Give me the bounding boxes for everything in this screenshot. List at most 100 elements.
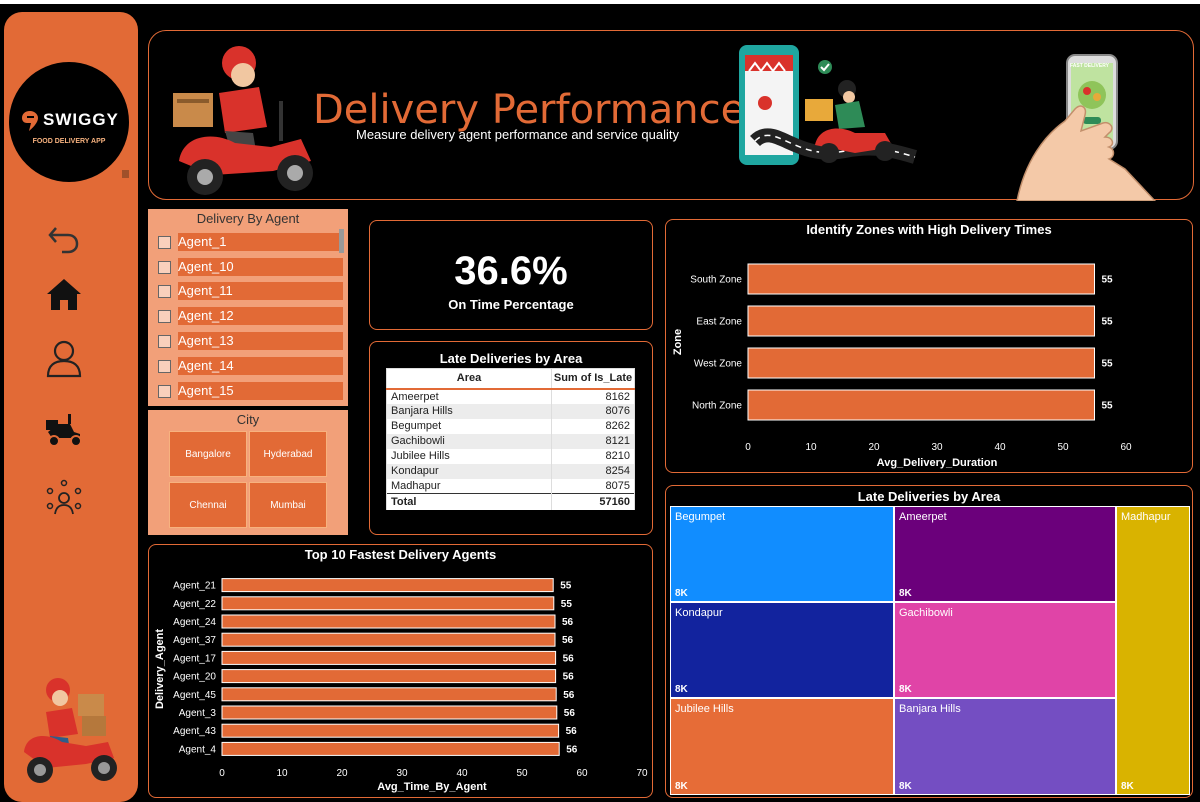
agent-option[interactable]: Agent_12: [158, 307, 343, 325]
x-axis-label: Avg_Time_By_Agent: [377, 781, 487, 793]
table-row[interactable]: Madhapur 8075: [386, 478, 635, 494]
checkbox[interactable]: [158, 236, 171, 249]
category-label: East Zone: [696, 317, 742, 328]
delivery-button[interactable]: [44, 410, 84, 450]
late-count-cell: 8254: [551, 463, 635, 479]
tile-value: 8K: [675, 684, 688, 695]
agent-option[interactable]: Agent_11: [158, 282, 343, 300]
category-label: Agent_24: [173, 617, 216, 628]
category-label: Agent_43: [173, 726, 216, 737]
data-label: 56: [562, 617, 574, 628]
user-icon: [46, 340, 82, 378]
city-button[interactable]: Hyderabad: [249, 431, 327, 477]
treemap-tile[interactable]: Gachibowli 8K: [894, 602, 1116, 698]
scooter-icon: [46, 414, 82, 447]
column-header[interactable]: Area: [386, 368, 552, 390]
table-row[interactable]: Begumpet 8262: [386, 418, 635, 434]
tile-label: Ameerpet: [899, 511, 947, 523]
treemap-tile[interactable]: Kondapur 8K: [670, 602, 894, 698]
bar: [747, 263, 1095, 295]
late-deliveries-table: Area Sum of Is_Late Ameerpet 8162 Banjara …: [386, 368, 635, 510]
bar: [747, 389, 1095, 421]
x-tick-label: 10: [276, 768, 288, 779]
late-deliveries-treemap: Late Deliveries by Area Begumpet 8K Ameerp…: [665, 485, 1193, 798]
area-cell: Madhapur: [386, 478, 552, 494]
table-row[interactable]: Jubilee Hills 8210: [386, 448, 635, 464]
home-button[interactable]: [44, 274, 84, 314]
treemap-tile[interactable]: Begumpet 8K: [670, 506, 894, 602]
total-label: Total: [386, 493, 552, 510]
treemap-tile[interactable]: Madhapur 8K: [1116, 506, 1190, 795]
checkbox[interactable]: [158, 385, 171, 398]
chart-title: Late Deliveries by Area: [857, 489, 1001, 504]
late-count-cell: 8210: [551, 448, 635, 464]
checkbox[interactable]: [158, 310, 171, 323]
category-label: Agent_3: [179, 708, 217, 719]
city-button[interactable]: Mumbai: [249, 482, 327, 528]
zones-chart-plot: South Zone 55 East Zone 55 West Zone 55 North …: [672, 263, 1132, 469]
data-label: 56: [563, 672, 575, 683]
checkbox[interactable]: [158, 285, 171, 298]
bar: [221, 614, 556, 629]
late-count-cell: 8076: [551, 403, 635, 419]
page-subtitle: Measure delivery agent performance and s…: [356, 127, 680, 142]
category-label: West Zone: [694, 359, 743, 370]
category-label: Agent_21: [173, 581, 216, 592]
agent-option[interactable]: Agent_1: [158, 233, 343, 251]
x-tick-label: 30: [931, 442, 943, 453]
x-tick-label: 20: [868, 442, 880, 453]
data-label: 56: [564, 708, 576, 719]
table-total-row: Total 57160: [386, 493, 635, 510]
bar: [221, 705, 558, 720]
x-tick-label: 70: [636, 768, 648, 779]
kpi-value: 36.6%: [454, 249, 568, 293]
agent-option-label: Agent_12: [178, 307, 343, 325]
city-button[interactable]: Chennai: [169, 482, 247, 528]
delivery-rider-illustration: [24, 678, 117, 783]
agent-option[interactable]: Agent_15: [158, 382, 343, 400]
category-label: Agent_37: [173, 635, 216, 646]
area-cell: Banjara Hills: [386, 403, 552, 419]
treemap-tile[interactable]: Jubilee Hills 8K: [670, 698, 894, 795]
brand-logo: SWIGGY FOOD DELIVERY APP: [9, 62, 129, 182]
tile-label: Begumpet: [675, 511, 726, 523]
agent-slicer: Delivery By Agent Agent_1 Agent_10 Agent…: [148, 209, 348, 406]
back-button[interactable]: [44, 218, 84, 258]
data-label: 55: [561, 599, 573, 610]
checkbox[interactable]: [158, 360, 171, 373]
checkbox[interactable]: [158, 335, 171, 348]
data-label: 56: [566, 744, 578, 755]
treemap-tile[interactable]: Banjara Hills 8K: [894, 698, 1116, 795]
agent-option[interactable]: Agent_14: [158, 357, 343, 375]
table-row[interactable]: Banjara Hills 8076: [386, 403, 635, 419]
category-label: Agent_45: [173, 690, 216, 701]
network-icon: [46, 479, 82, 515]
late-count-cell: 8162: [551, 388, 635, 404]
slicer-scrollbar[interactable]: [339, 229, 344, 253]
back-icon: [48, 227, 79, 254]
treemap-tile[interactable]: Ameerpet 8K: [894, 506, 1116, 602]
area-cell: Kondapur: [386, 463, 552, 479]
column-header[interactable]: Sum of Is_Late: [551, 368, 635, 390]
data-label: 56: [563, 690, 575, 701]
table-row[interactable]: Kondapur 8254: [386, 463, 635, 479]
on-time-kpi-card: 36.6% On Time Percentage: [369, 220, 653, 330]
tile-label: Kondapur: [675, 607, 723, 619]
agent-option[interactable]: Agent_10: [158, 258, 343, 276]
data-label: 55: [1102, 401, 1114, 412]
city-button[interactable]: Bangalore: [169, 431, 247, 477]
table-row[interactable]: Ameerpet 8162: [386, 388, 635, 404]
bar: [747, 305, 1095, 337]
tile-value: 8K: [899, 781, 912, 792]
swiggy-logo-icon: [22, 111, 38, 131]
checkbox[interactable]: [158, 261, 171, 274]
data-label: 56: [562, 635, 574, 646]
agent-option[interactable]: Agent_13: [158, 332, 343, 350]
tile-value: 8K: [675, 588, 688, 599]
network-button[interactable]: [44, 478, 84, 518]
category-label: North Zone: [692, 401, 742, 412]
x-tick-label: 40: [456, 768, 468, 779]
table-row[interactable]: Gachibowli 8121: [386, 433, 635, 449]
mobile-delivery-illustration: [739, 45, 918, 165]
profile-button[interactable]: [44, 338, 84, 378]
